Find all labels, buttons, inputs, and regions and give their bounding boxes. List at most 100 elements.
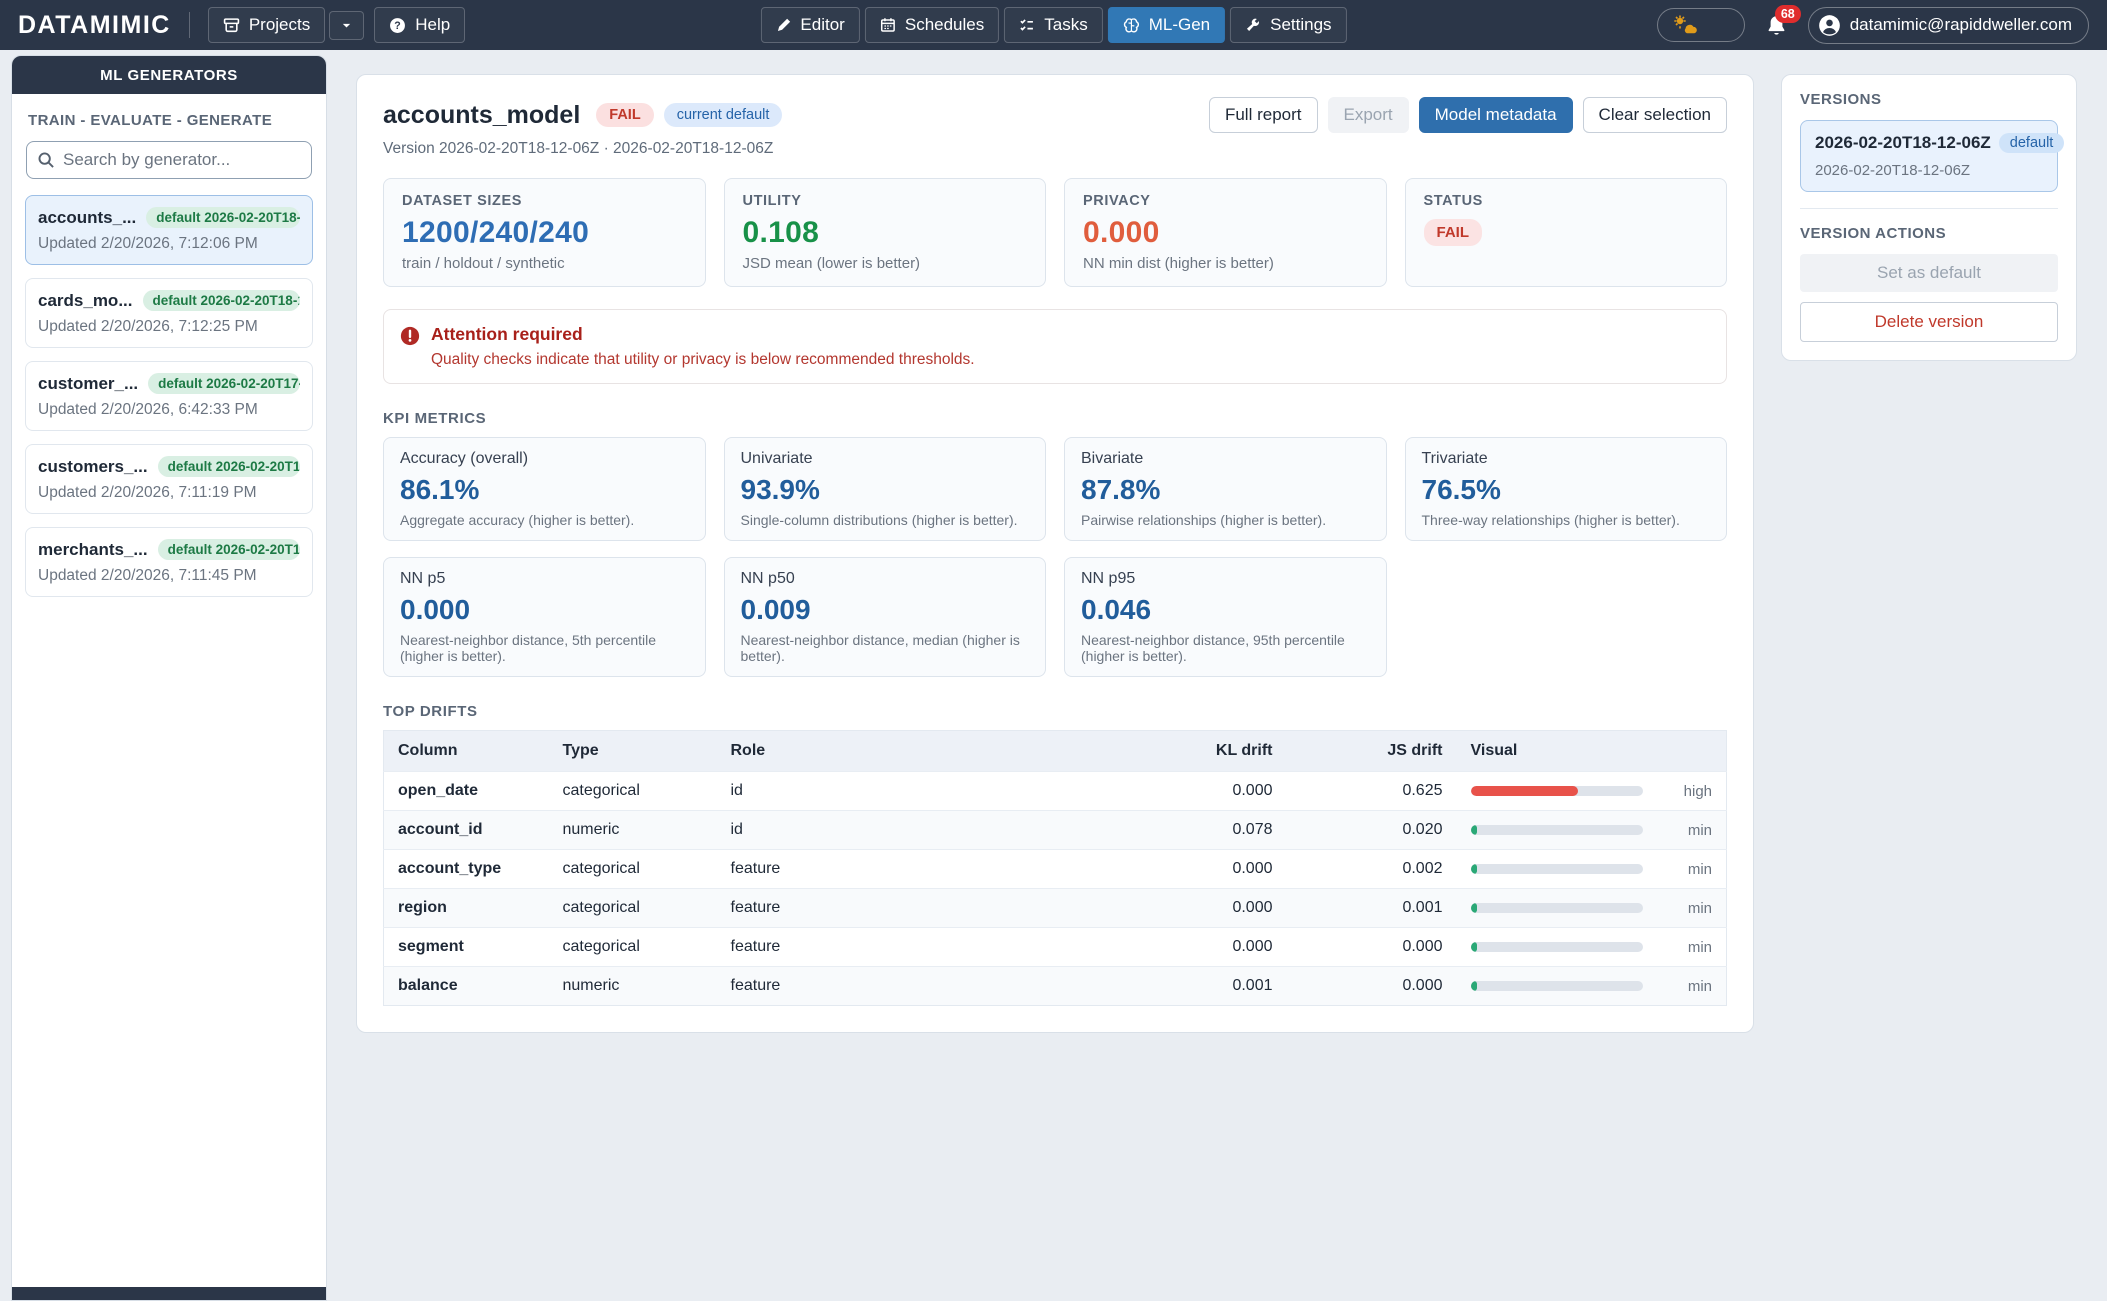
alert-message: Quality checks indicate that utility or … bbox=[431, 351, 975, 369]
tab-schedules[interactable]: Schedules bbox=[865, 7, 999, 43]
status-card: STATUS FAIL bbox=[1405, 178, 1728, 287]
projects-dropdown-button[interactable] bbox=[329, 11, 364, 40]
table-row[interactable]: account_type categorical feature 0.000 0… bbox=[384, 850, 1727, 889]
dataset-sizes-card: DATASET SIZES 1200/240/240 train / holdo… bbox=[383, 178, 706, 287]
kpi-subtext: Pairwise relationships (higher is better… bbox=[1081, 512, 1370, 528]
top-navbar: DATAMIMIC Projects ? bbox=[0, 0, 2107, 50]
kpi-label: Bivariate bbox=[1081, 450, 1370, 468]
notifications-button[interactable]: 68 bbox=[1765, 14, 1788, 37]
user-account-button[interactable]: datamimic@rapiddweller.com bbox=[1808, 7, 2089, 44]
notification-count-badge: 68 bbox=[1775, 5, 1801, 23]
kpi-value: 0.000 bbox=[400, 594, 689, 626]
kpi-subtext: Aggregate accuracy (higher is better). bbox=[400, 512, 689, 528]
drift-bar: min bbox=[1471, 900, 1713, 917]
generator-name: merchants_... bbox=[38, 540, 148, 560]
search-input[interactable] bbox=[63, 150, 301, 170]
generator-updated: Updated 2/20/2026, 7:12:06 PM bbox=[38, 235, 300, 253]
version-line: Version 2026-02-20T18-12-06Z · 2026-02-2… bbox=[383, 140, 1727, 158]
default-version-badge: default 2026-02-20T17-4... bbox=[148, 373, 300, 394]
card-subtext: NN min dist (higher is better) bbox=[1083, 255, 1368, 272]
generator-search[interactable] bbox=[26, 141, 312, 179]
version-default-badge: default bbox=[1999, 133, 2065, 153]
main-navigation: Editor Schedules Tasks bbox=[760, 7, 1346, 43]
kpi-section-label: KPI METRICS bbox=[383, 410, 1727, 427]
kpi-nn-p95-card: NN p95 0.046 Nearest-neighbor distance, … bbox=[1064, 557, 1387, 677]
generator-item-customer[interactable]: customer_... default 2026-02-20T17-4... … bbox=[25, 361, 313, 431]
kpi-subtext: Nearest-neighbor distance, 5th percentil… bbox=[400, 632, 689, 664]
current-default-badge: current default bbox=[664, 103, 783, 127]
card-label: DATASET SIZES bbox=[402, 193, 687, 209]
kpi-nn-p50-card: NN p50 0.009 Nearest-neighbor distance, … bbox=[724, 557, 1047, 677]
brain-icon bbox=[1123, 17, 1140, 34]
versions-panel: VERSIONS 2026-02-20T18-12-06Z default 20… bbox=[1781, 74, 2077, 361]
table-row[interactable]: balance numeric feature 0.001 0.000 min bbox=[384, 967, 1727, 1006]
summary-cards: DATASET SIZES 1200/240/240 train / holdo… bbox=[383, 178, 1727, 287]
tab-ml-gen-label: ML-Gen bbox=[1149, 15, 1210, 35]
drift-bar: min bbox=[1471, 978, 1713, 995]
kpi-label: Univariate bbox=[741, 450, 1030, 468]
kpi-label: NN p50 bbox=[741, 570, 1030, 588]
tab-settings[interactable]: Settings bbox=[1230, 7, 1346, 43]
kpi-value: 76.5% bbox=[1422, 474, 1711, 506]
version-actions-header: VERSION ACTIONS bbox=[1800, 225, 2058, 242]
generator-name: cards_mo... bbox=[38, 291, 133, 311]
kpi-row-2: NN p5 0.000 Nearest-neighbor distance, 5… bbox=[383, 557, 1727, 677]
version-list-item[interactable]: 2026-02-20T18-12-06Z default 2026-02-20T… bbox=[1800, 120, 2058, 192]
versions-header: VERSIONS bbox=[1800, 91, 2058, 108]
kpi-label: NN p95 bbox=[1081, 570, 1370, 588]
drift-level: min bbox=[1688, 978, 1712, 995]
column-header: Role bbox=[717, 731, 1057, 772]
kpi-subtext: Three-way relationships (higher is bette… bbox=[1422, 512, 1711, 528]
generator-item-cards[interactable]: cards_mo... default 2026-02-20T18-12... … bbox=[25, 278, 313, 348]
kpi-subtext: Nearest-neighbor distance, 95th percenti… bbox=[1081, 632, 1370, 664]
drift-level: min bbox=[1688, 939, 1712, 956]
generator-item-customers[interactable]: customers_... default 2026-02-20T18... U… bbox=[25, 444, 313, 514]
tab-ml-gen[interactable]: ML-Gen bbox=[1108, 7, 1225, 43]
weather-toggle[interactable] bbox=[1657, 8, 1745, 42]
kpi-accuracy-card: Accuracy (overall) 86.1% Aggregate accur… bbox=[383, 437, 706, 541]
projects-button[interactable]: Projects bbox=[208, 7, 325, 43]
generator-updated: Updated 2/20/2026, 7:11:45 PM bbox=[38, 567, 300, 585]
full-report-button[interactable]: Full report bbox=[1209, 97, 1318, 133]
help-button[interactable]: ? Help bbox=[374, 7, 465, 43]
kpi-value: 87.8% bbox=[1081, 474, 1370, 506]
delete-version-button[interactable]: Delete version bbox=[1800, 302, 2058, 342]
default-version-badge: default 2026-02-20T18... bbox=[158, 456, 300, 477]
generators-sidebar: ML GENERATORS TRAIN - EVALUATE - GENERAT… bbox=[11, 55, 327, 1301]
generator-item-accounts[interactable]: accounts_... default 2026-02-20T18-... U… bbox=[25, 195, 313, 265]
drift-level: high bbox=[1684, 783, 1712, 800]
kpi-row-1: Accuracy (overall) 86.1% Aggregate accur… bbox=[383, 437, 1727, 541]
version-name: 2026-02-20T18-12-06Z bbox=[1815, 133, 1991, 153]
card-subtext: train / holdout / synthetic bbox=[402, 255, 687, 272]
model-metadata-button[interactable]: Model metadata bbox=[1419, 97, 1573, 133]
nav-divider bbox=[189, 12, 190, 38]
column-header: JS drift bbox=[1287, 731, 1457, 772]
kpi-value: 93.9% bbox=[741, 474, 1030, 506]
tab-tasks[interactable]: Tasks bbox=[1004, 7, 1102, 43]
tab-editor-label: Editor bbox=[800, 15, 844, 35]
kpi-value: 0.009 bbox=[741, 594, 1030, 626]
table-row[interactable]: open_date categorical id 0.000 0.625 hig… bbox=[384, 772, 1727, 811]
export-button[interactable]: Export bbox=[1328, 97, 1409, 133]
kpi-subtext: Nearest-neighbor distance, median (highe… bbox=[741, 632, 1030, 664]
drift-bar: min bbox=[1471, 822, 1713, 839]
set-as-default-button[interactable]: Set as default bbox=[1800, 254, 2058, 292]
privacy-card: PRIVACY 0.000 NN min dist (higher is bet… bbox=[1064, 178, 1387, 287]
table-row[interactable]: account_id numeric id 0.078 0.020 min bbox=[384, 811, 1727, 850]
alert-title: Attention required bbox=[431, 324, 975, 345]
generator-item-merchants[interactable]: merchants_... default 2026-02-20T18... U… bbox=[25, 527, 313, 597]
drift-level: min bbox=[1688, 861, 1712, 878]
pencil-icon bbox=[775, 17, 791, 33]
kpi-subtext: Single-column distributions (higher is b… bbox=[741, 512, 1030, 528]
table-row[interactable]: segment categorical feature 0.000 0.000 … bbox=[384, 928, 1727, 967]
default-version-badge: default 2026-02-20T18-... bbox=[146, 207, 300, 228]
user-circle-icon bbox=[1818, 14, 1841, 37]
status-fail-badge: FAIL bbox=[1424, 219, 1483, 246]
drift-bar: min bbox=[1471, 861, 1713, 878]
tab-editor[interactable]: Editor bbox=[760, 7, 859, 43]
top-drifts-table: Column Type Role KL drift JS drift Visua… bbox=[383, 730, 1727, 1006]
table-row[interactable]: region categorical feature 0.000 0.001 m… bbox=[384, 889, 1727, 928]
tab-tasks-label: Tasks bbox=[1044, 15, 1087, 35]
clear-selection-button[interactable]: Clear selection bbox=[1583, 97, 1727, 133]
tasks-icon bbox=[1019, 17, 1035, 33]
